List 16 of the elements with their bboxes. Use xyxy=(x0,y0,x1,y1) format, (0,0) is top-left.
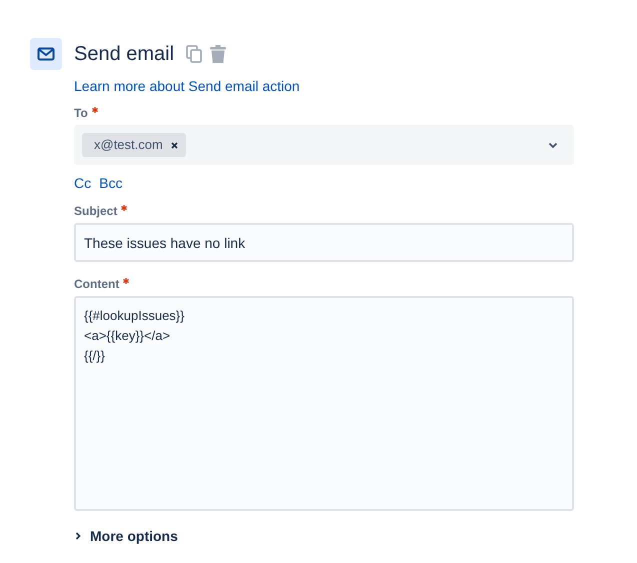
copy-recipient-link[interactable]: Bcc xyxy=(99,174,122,192)
content-field[interactable]: {{#lookupIssues}} <a>{{key}}</a> {{/}} xyxy=(74,296,574,511)
field-label: To xyxy=(74,106,88,121)
field-label: Content xyxy=(74,277,120,292)
field-label: Subject xyxy=(74,204,118,219)
help-link[interactable]: Learn more about Send email action xyxy=(74,76,574,97)
remove-icon[interactable] xyxy=(170,142,178,148)
chevron-down-icon[interactable] xyxy=(548,142,558,148)
chevron-right-icon xyxy=(74,532,82,540)
subject-field[interactable]: These issues have no link xyxy=(74,223,574,262)
copy-recipient-link[interactable]: Cc xyxy=(74,174,92,192)
recipient-field[interactable]: x@test.com xyxy=(74,125,574,165)
more-options-toggle[interactable]: More options xyxy=(74,527,178,545)
action-title: Send email xyxy=(74,42,174,67)
envelope-icon xyxy=(37,47,55,61)
recipient-address: x@test.com xyxy=(94,136,163,154)
